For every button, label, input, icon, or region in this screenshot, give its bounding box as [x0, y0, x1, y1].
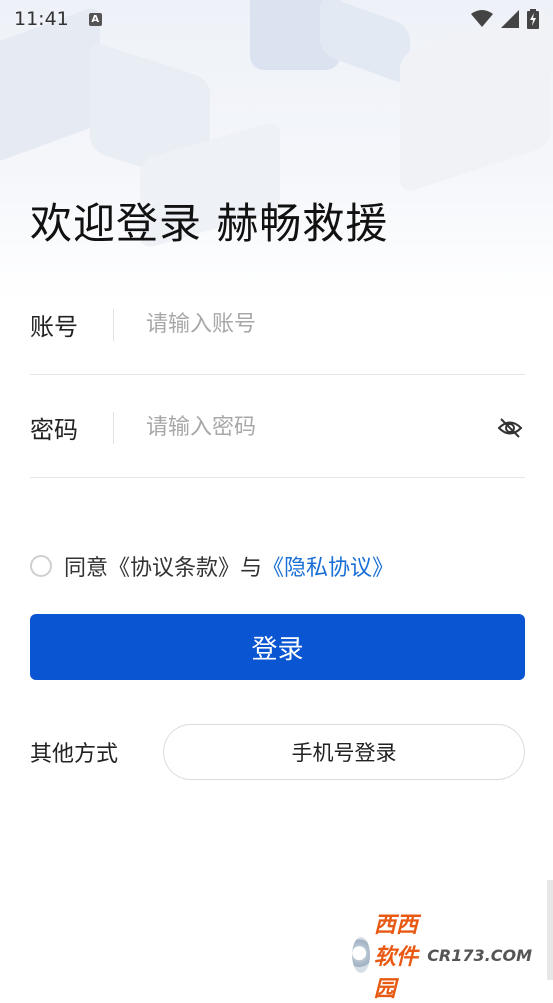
battery-charging-icon [527, 9, 539, 29]
watermark-logo-icon [352, 937, 370, 973]
signal-icon [501, 10, 519, 28]
watermark-brand: 西西软件园 [373, 913, 418, 1002]
agree-prefix: 同意 [64, 556, 109, 581]
password-input[interactable] [144, 414, 495, 441]
other-methods-label: 其他方式 [30, 742, 119, 767]
divider [113, 411, 114, 444]
account-input[interactable] [144, 311, 525, 338]
divider [113, 308, 114, 341]
account-label: 账号 [30, 313, 78, 341]
agree-checkbox[interactable] [30, 555, 52, 577]
phone-login-button[interactable]: 手机号登录 [163, 724, 525, 780]
status-time: 11:41 [14, 8, 69, 30]
login-button[interactable]: 登录 [30, 614, 525, 680]
privacy-link[interactable]: 《隐私协议》 [262, 550, 394, 582]
other-login-row: 其他方式 手机号登录 [30, 724, 525, 780]
scroll-edge [547, 880, 553, 980]
agree-joiner: 与 [240, 556, 263, 581]
account-field-row: 账号 [30, 275, 525, 375]
header-background [0, 0, 553, 300]
page-title: 欢迎登录 赫畅救援 [30, 199, 389, 248]
watermark: 西西软件园 CR173.COM [352, 913, 532, 1002]
watermark-site: CR173.COM [427, 945, 532, 965]
a-icon: A [88, 12, 102, 26]
agreement-row: 同意 《协议条款》 与 《隐私协议》 [30, 550, 394, 582]
password-label: 密码 [30, 416, 78, 444]
password-field-row: 密码 [30, 378, 525, 478]
eye-off-icon[interactable] [495, 413, 525, 443]
status-bar: 11:41 A [0, 0, 553, 38]
terms-link[interactable]: 《协议条款》 [108, 550, 240, 582]
wifi-icon [471, 10, 493, 27]
